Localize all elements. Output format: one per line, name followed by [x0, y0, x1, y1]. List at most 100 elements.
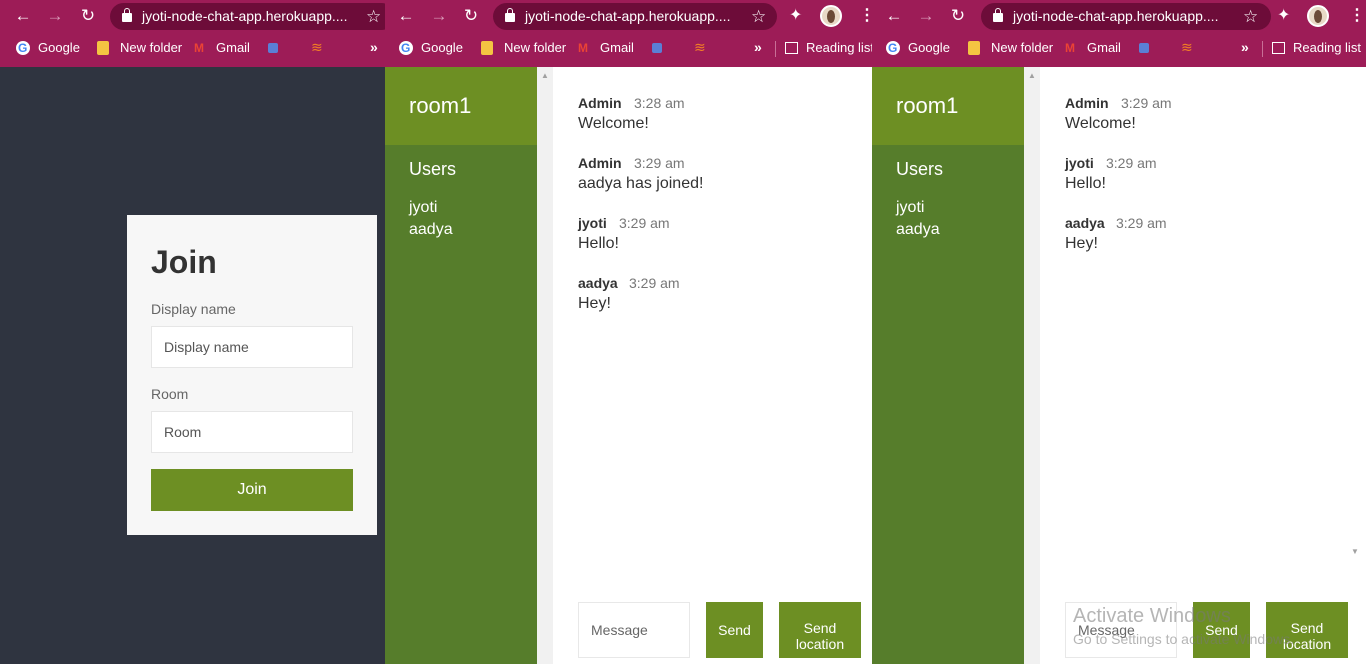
extensions-icon[interactable]: ✦: [1277, 6, 1290, 26]
user-list-item: aadya: [896, 221, 940, 238]
scroll-up-icon[interactable]: ▲: [1028, 71, 1036, 80]
message-author: jyoti: [578, 215, 607, 231]
bookmark-extension[interactable]: [268, 40, 278, 56]
bookmarks-bar: Google New folder MGmail ≋ » Reading lis…: [385, 34, 872, 62]
join-title: Join: [151, 244, 217, 280]
folder-icon: [481, 41, 493, 55]
join-card: Join Display name Room Join: [127, 215, 377, 535]
profile-avatar[interactable]: [1307, 5, 1329, 27]
reading-list[interactable]: Reading list: [1272, 40, 1361, 55]
lock-icon: [993, 8, 1003, 22]
bookmark-gmail[interactable]: M Gmail: [1065, 40, 1121, 56]
back-icon[interactable]: ←: [395, 5, 417, 27]
bookmarks-separator: [1262, 41, 1263, 57]
scrollbar[interactable]: ▲: [537, 67, 553, 664]
browser-chrome: ← → ↻ jyoti-node-chat-app.herokuapp.... …: [872, 0, 1366, 67]
back-icon[interactable]: ←: [883, 5, 905, 27]
send-location-button[interactable]: Send location: [779, 602, 861, 658]
bookmark-stackoverflow[interactable]: ≋: [311, 40, 325, 56]
url-text: jyoti-node-chat-app.herokuapp....: [525, 8, 731, 24]
scroll-up-icon[interactable]: ▲: [541, 71, 549, 80]
bookmark-new-folder[interactable]: New folder: [97, 40, 182, 56]
google-icon: [886, 40, 900, 56]
forward-icon[interactable]: →: [44, 5, 66, 27]
bookmark-star-icon[interactable]: ☆: [751, 3, 766, 30]
bookmarks-bar: Google New folder MGmail ≋ »: [0, 34, 385, 62]
back-icon[interactable]: ←: [12, 5, 34, 27]
menu-icon[interactable]: ⋮: [859, 6, 872, 26]
menu-icon[interactable]: ⋮: [1349, 6, 1365, 26]
address-bar[interactable]: jyoti-node-chat-app.herokuapp.... ☆: [110, 3, 385, 30]
send-button[interactable]: Send: [706, 602, 763, 658]
message-text: aadya has joined!: [578, 175, 704, 192]
room-header: room1: [872, 67, 1024, 145]
bookmark-gmail[interactable]: M Gmail: [578, 40, 634, 56]
message-time: 3:29 am: [619, 215, 670, 231]
stackoverflow-icon: ≋: [311, 39, 323, 55]
bookmark-google[interactable]: Google: [886, 40, 950, 56]
bookmark-star-icon[interactable]: ☆: [366, 3, 381, 30]
reading-list[interactable]: Reading list: [785, 40, 872, 55]
room-input[interactable]: [151, 411, 353, 453]
message-time: 3:29 am: [1116, 215, 1167, 231]
send-location-button[interactable]: Send location: [1266, 602, 1348, 658]
bookmark-stackoverflow[interactable]: ≋: [694, 40, 708, 56]
message-author: Admin: [578, 95, 622, 111]
user-list-item: jyoti: [896, 199, 925, 216]
browser-toolbar: ← → ↻ jyoti-node-chat-app.herokuapp.... …: [872, 0, 1366, 32]
profile-avatar[interactable]: [820, 5, 842, 27]
bookmark-google[interactable]: Google: [16, 40, 80, 56]
message-text: Welcome!: [578, 115, 649, 132]
url-text: jyoti-node-chat-app.herokuapp....: [142, 8, 348, 24]
address-bar[interactable]: jyoti-node-chat-app.herokuapp.... ☆: [981, 3, 1271, 30]
forward-icon[interactable]: →: [915, 5, 937, 27]
bookmark-new-folder[interactable]: New folder: [481, 40, 566, 56]
gmail-icon: M: [1065, 41, 1075, 55]
room-title: room1: [409, 93, 472, 118]
users-heading: Users: [409, 159, 457, 179]
bookmark-star-icon[interactable]: ☆: [1243, 3, 1258, 30]
activate-windows-subtitle: Go to Settings to activate Windows.: [1073, 631, 1294, 647]
join-button[interactable]: Join: [151, 469, 353, 511]
chat-sidebar: room1 Users jyoti aadya: [872, 67, 1024, 664]
bookmark-stackoverflow[interactable]: ≋: [1181, 40, 1195, 56]
google-icon: [399, 40, 413, 56]
extension-bookmark-icon: [652, 43, 662, 53]
message-time: 3:29 am: [634, 155, 685, 171]
users-heading: Users: [896, 159, 944, 179]
bookmark-new-folder[interactable]: New folder: [968, 40, 1053, 56]
bookmark-extension[interactable]: [652, 40, 662, 56]
lock-icon: [122, 8, 132, 22]
message-time: 3:29 am: [629, 275, 680, 291]
display-name-input[interactable]: [151, 326, 353, 368]
bookmark-extension[interactable]: [1139, 40, 1149, 56]
user-list-item: jyoti: [409, 199, 438, 216]
message-text: Hello!: [1065, 175, 1106, 192]
address-bar[interactable]: jyoti-node-chat-app.herokuapp.... ☆: [493, 3, 777, 30]
bookmark-google[interactable]: Google: [399, 40, 463, 56]
message-time: 3:29 am: [1121, 95, 1172, 111]
message-input[interactable]: [578, 602, 690, 658]
forward-icon[interactable]: →: [428, 5, 450, 27]
bookmarks-overflow-icon[interactable]: »: [1241, 39, 1249, 55]
bookmarks-overflow-icon[interactable]: »: [370, 39, 378, 55]
folder-icon: [968, 41, 980, 55]
browser-chrome: ← → ↻ jyoti-node-chat-app.herokuapp.... …: [385, 0, 872, 67]
extensions-icon[interactable]: ✦: [789, 6, 802, 26]
browser-toolbar: ← → ↻ jyoti-node-chat-app.herokuapp.... …: [0, 0, 385, 32]
room-label: Room: [151, 386, 189, 402]
google-icon: [16, 40, 30, 56]
bookmark-gmail[interactable]: M Gmail: [194, 40, 250, 56]
gmail-icon: M: [578, 41, 588, 55]
reload-icon[interactable]: ↻: [947, 5, 969, 27]
scroll-down-icon[interactable]: ▼: [1351, 547, 1359, 556]
message-author: aadya: [578, 275, 618, 291]
message-author: Admin: [1065, 95, 1109, 111]
activate-windows-title: Activate Windows: [1073, 605, 1231, 627]
reading-list-icon: [785, 42, 798, 54]
bookmarks-overflow-icon[interactable]: »: [754, 39, 762, 55]
reload-icon[interactable]: ↻: [77, 5, 99, 27]
reload-icon[interactable]: ↻: [460, 5, 482, 27]
scrollbar[interactable]: ▲: [1024, 67, 1040, 664]
extension-bookmark-icon: [1139, 43, 1149, 53]
